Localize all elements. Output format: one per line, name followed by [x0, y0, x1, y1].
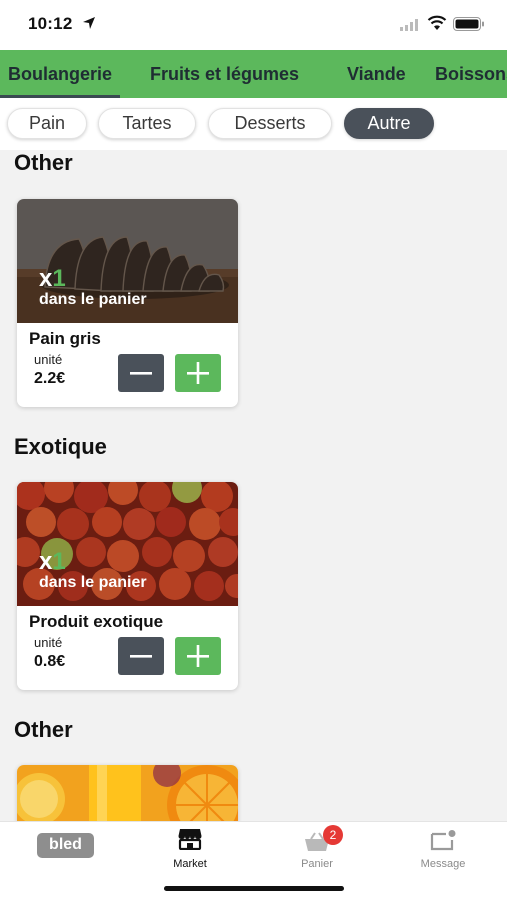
cellular-signal-icon	[400, 19, 418, 31]
tab-fruits-et-legumes[interactable]: Fruits et légumes	[150, 50, 299, 98]
cart-count-badge: 2	[323, 825, 343, 845]
wifi-icon	[427, 15, 447, 30]
location-arrow-icon	[83, 17, 95, 29]
message-icon	[430, 830, 456, 851]
nav-market[interactable]: Market	[127, 822, 253, 882]
nav-message[interactable]: Message	[380, 822, 506, 882]
increase-quantity-button[interactable]	[175, 637, 221, 675]
decrease-quantity-button[interactable]	[118, 354, 164, 392]
tab-boulangerie[interactable]: Boulangerie	[0, 50, 121, 98]
brand-logo: bled	[37, 833, 94, 858]
category-tabs: Boulangerie Fruits et légumes Viande Boi…	[0, 50, 507, 98]
subtab-pain[interactable]: Pain	[7, 108, 87, 139]
in-cart-label: dans le panier	[39, 574, 147, 591]
product-unit: unité	[34, 635, 63, 650]
section-title: Exotique	[14, 434, 107, 459]
subtab-tartes[interactable]: Tartes	[98, 108, 196, 139]
plus-icon	[187, 645, 209, 667]
decrease-quantity-button[interactable]	[118, 637, 164, 675]
product-name: Pain gris	[29, 329, 101, 348]
nav-brand[interactable]: bled	[0, 822, 126, 882]
status-time: 10:12	[28, 14, 73, 33]
home-indicator	[164, 886, 344, 891]
cart-quantity: x1	[39, 265, 66, 292]
product-price: 2.2€	[34, 370, 66, 387]
battery-icon	[453, 17, 484, 31]
product-unit: unité	[34, 352, 63, 367]
increase-quantity-button[interactable]	[175, 354, 221, 392]
product-card[interactable]: x1 dans le panier Pain gris unité 2.2€	[17, 199, 238, 407]
in-cart-label: dans le panier	[39, 291, 147, 308]
nav-message-label: Message	[420, 858, 466, 870]
minus-icon	[130, 372, 152, 375]
status-bar: 10:12	[0, 0, 507, 50]
plus-icon	[187, 362, 209, 384]
tab-viande[interactable]: Viande	[347, 50, 406, 98]
product-name: Produit exotique	[29, 612, 164, 631]
nav-market-label: Market	[173, 858, 207, 870]
subtab-desserts[interactable]: Desserts	[208, 108, 332, 139]
cart-quantity: x1	[39, 548, 66, 575]
store-icon	[178, 829, 202, 850]
section-title: Other	[14, 717, 73, 742]
nav-cart-label: Panier	[301, 858, 333, 870]
product-card[interactable]: x1 dans le panier Produit exotique unité…	[17, 482, 238, 690]
subcategory-tabs: Pain Tartes Desserts Autre	[0, 98, 507, 150]
tab-boissons[interactable]: Boissons	[435, 50, 507, 98]
minus-icon	[130, 655, 152, 658]
section-title: Other	[14, 150, 73, 175]
nav-cart[interactable]: Panier	[254, 822, 380, 882]
subtab-autre[interactable]: Autre	[344, 108, 434, 139]
product-price: 0.8€	[34, 653, 66, 670]
